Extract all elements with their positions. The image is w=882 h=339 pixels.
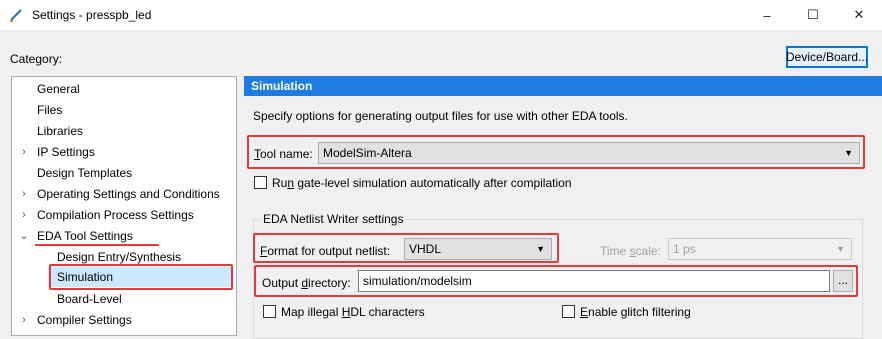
dropdown-arrow-icon: ▼ xyxy=(836,244,845,254)
tree-item-libraries[interactable]: Libraries xyxy=(37,121,83,141)
time-scale-value: 1 ps xyxy=(673,242,696,256)
chevron-right-icon[interactable]: › xyxy=(19,205,29,225)
tool-name-annotation-box xyxy=(247,135,865,169)
simulation-description: Specify options for generating output fi… xyxy=(253,109,628,123)
eda-annotation-underline xyxy=(35,244,159,246)
tree-item-compiler-settings[interactable]: Compiler Settings xyxy=(37,310,132,330)
run-gate-level-checkbox[interactable] xyxy=(254,176,267,189)
window-title: Settings - presspb_led xyxy=(32,8,152,22)
tree-item-compilation-process[interactable]: Compilation Process Settings xyxy=(37,205,194,225)
map-illegal-hdl-label: Map illegal HDL characters xyxy=(281,305,425,319)
glitch-filtering-checkbox[interactable] xyxy=(562,305,575,318)
chevron-right-icon[interactable]: › xyxy=(19,142,29,162)
netlist-writer-group-title: EDA Netlist Writer settings xyxy=(260,212,407,226)
time-scale-label: Time scale: xyxy=(600,244,661,258)
tree-item-eda-tool-settings[interactable]: EDA Tool Settings xyxy=(37,226,133,246)
category-tree[interactable]: General Files Libraries › IP Settings De… xyxy=(11,76,237,336)
chevron-down-icon[interactable]: ⌄ xyxy=(19,226,29,246)
format-annotation-box xyxy=(253,233,559,263)
tree-item-ip-settings[interactable]: IP Settings xyxy=(37,142,95,162)
chevron-right-icon[interactable]: › xyxy=(19,184,29,204)
chevron-right-icon[interactable]: › xyxy=(19,310,29,330)
tree-item-board-level[interactable]: Board-Level xyxy=(57,289,122,309)
map-illegal-hdl-checkbox[interactable] xyxy=(263,305,276,318)
device-board-button[interactable]: Device/Board... xyxy=(786,46,868,68)
output-directory-annotation-box xyxy=(254,265,858,297)
simulation-panel: Simulation Specify options for generatin… xyxy=(244,76,882,339)
close-icon[interactable]: ✕ xyxy=(836,0,882,30)
title-bar: Settings - presspb_led – ☐ ✕ xyxy=(0,0,882,30)
maximize-icon[interactable]: ☐ xyxy=(790,0,836,30)
run-gate-level-label: Run gate-level simulation automatically … xyxy=(272,176,572,190)
settings-app-icon xyxy=(10,9,22,22)
category-label: Category: xyxy=(10,52,63,66)
tree-item-design-templates[interactable]: Design Templates xyxy=(37,163,132,183)
simulation-header: Simulation xyxy=(244,76,882,96)
minimize-icon[interactable]: – xyxy=(744,0,790,30)
simulation-annotation-box xyxy=(49,264,233,290)
time-scale-select[interactable]: 1 ps ▼ xyxy=(668,238,852,260)
tree-item-general[interactable]: General xyxy=(37,79,80,99)
tree-item-files[interactable]: Files xyxy=(37,100,62,120)
tree-item-operating-settings[interactable]: Operating Settings and Conditions xyxy=(37,184,220,204)
glitch-filtering-label: Enable glitch filtering xyxy=(580,305,691,319)
